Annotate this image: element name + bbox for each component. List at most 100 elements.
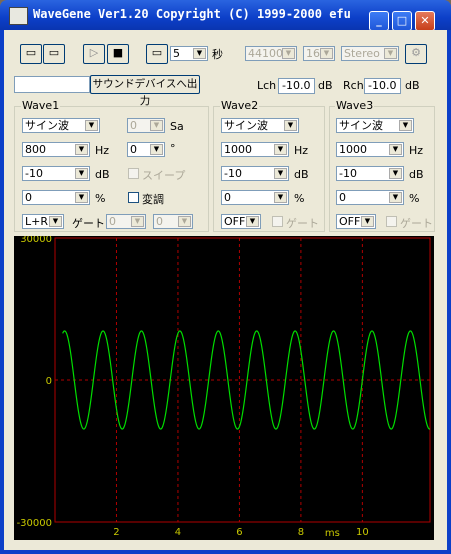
chevron-down-icon: ▼ bbox=[274, 144, 287, 155]
chevron-down-icon: ▼ bbox=[361, 216, 374, 227]
wave1-gate-a-value: 0 bbox=[109, 215, 116, 228]
wave1-label: Wave1 bbox=[21, 99, 61, 112]
stop-button[interactable]: ■ bbox=[107, 44, 129, 64]
wave1-offset-select[interactable]: 0 ▼ bbox=[22, 190, 90, 205]
wave3-frequency-value: 1000 bbox=[339, 143, 367, 156]
chevron-down-icon: ▼ bbox=[150, 144, 163, 155]
wave3-channel-select[interactable]: OFF ▼ bbox=[336, 214, 376, 229]
wave2-waveform-select[interactable]: サイン波 ▼ bbox=[221, 118, 299, 133]
chevron-down-icon: ▼ bbox=[282, 48, 295, 59]
rch-value: -10.0 bbox=[364, 78, 401, 94]
wave1-sweep-label: スイープ bbox=[142, 169, 186, 182]
wave2-channel-value: OFF bbox=[224, 215, 246, 228]
chevron-down-icon: ▼ bbox=[131, 216, 144, 227]
open-file-button[interactable]: ▭ bbox=[20, 44, 42, 64]
wave1-level-value: -10 bbox=[25, 167, 43, 180]
wave3-level-select[interactable]: -10 ▼ bbox=[336, 166, 404, 181]
wave3-channel-value: OFF bbox=[339, 215, 361, 228]
chevron-down-icon: ▼ bbox=[389, 144, 402, 155]
wave3-frequency-select[interactable]: 1000 ▼ bbox=[336, 142, 404, 157]
wave3-waveform-value: サイン波 bbox=[339, 119, 383, 132]
wave1-sweep-checkbox[interactable] bbox=[128, 168, 139, 179]
app-icon bbox=[9, 7, 28, 25]
wave1-sub-select[interactable]: 0 ▼ bbox=[127, 118, 165, 133]
wave1-gate-label: ゲート: bbox=[72, 217, 109, 230]
x-tick-label: 2 bbox=[113, 527, 119, 538]
play-button[interactable]: ▷ bbox=[83, 44, 105, 64]
wave2-offset-value: 0 bbox=[224, 191, 231, 204]
wave1-channel-value: L+R bbox=[25, 215, 48, 228]
wave1-frequency-select[interactable]: 800 ▼ bbox=[22, 142, 90, 157]
wave3-offset-select[interactable]: 0 ▼ bbox=[336, 190, 404, 205]
wave1-modulation-checkbox[interactable] bbox=[128, 192, 139, 203]
x-tick-label: 6 bbox=[236, 527, 242, 538]
bits-select[interactable]: 16 ▼ bbox=[303, 46, 335, 61]
chevron-down-icon: ▼ bbox=[246, 216, 259, 227]
y-tick-label: -30000 bbox=[17, 518, 52, 529]
duration-select[interactable]: 5 ▼ bbox=[170, 46, 208, 61]
wave1-gate-a-select[interactable]: 0 ▼ bbox=[106, 214, 146, 229]
wave3-gate-label: ゲート bbox=[400, 217, 433, 230]
wave1-waveform-value: サイン波 bbox=[25, 119, 69, 132]
wave2-label: Wave2 bbox=[220, 99, 260, 112]
wave2-offset-unit: % bbox=[294, 192, 305, 205]
status-field bbox=[14, 76, 90, 93]
wave1-level-unit: dB bbox=[95, 168, 110, 181]
wave3-label: Wave3 bbox=[335, 99, 375, 112]
save-file-button[interactable]: ▭ bbox=[43, 44, 65, 64]
chevron-down-icon: ▼ bbox=[75, 168, 88, 179]
wave2-freq-unit: Hz bbox=[294, 144, 309, 157]
lch-db-unit: dB bbox=[318, 79, 333, 92]
chevron-down-icon: ▼ bbox=[384, 48, 397, 59]
waveform-chart: 2 4 6 8 10 30000 0 -30000 ms bbox=[17, 234, 431, 539]
sample-rate-select[interactable]: 44100 ▼ bbox=[245, 46, 297, 61]
x-tick-label: 8 bbox=[298, 527, 304, 538]
wave1-offset-unit: % bbox=[95, 192, 106, 205]
wave2-offset-select[interactable]: 0 ▼ bbox=[221, 190, 289, 205]
wave2-channel-select[interactable]: OFF ▼ bbox=[221, 214, 261, 229]
wave1-channel-select[interactable]: L+R ▼ bbox=[22, 214, 64, 229]
maximize-button[interactable]: □ bbox=[392, 11, 412, 31]
chevron-down-icon: ▼ bbox=[274, 192, 287, 203]
bits-value: 16 bbox=[306, 47, 320, 60]
x-axis-label: ms bbox=[325, 528, 340, 539]
wave1-waveform-select[interactable]: サイン波 ▼ bbox=[22, 118, 100, 133]
wave2-gate-label: ゲート bbox=[286, 217, 319, 230]
chevron-down-icon: ▼ bbox=[85, 120, 98, 131]
chevron-down-icon: ▼ bbox=[75, 192, 88, 203]
wave3-offset-unit: % bbox=[409, 192, 420, 205]
chevron-down-icon: ▼ bbox=[49, 216, 62, 227]
wave1-gate-b-select[interactable]: 0 ▼ bbox=[153, 214, 193, 229]
chevron-down-icon: ▼ bbox=[320, 48, 333, 59]
wave3-level-unit: dB bbox=[409, 168, 424, 181]
chevron-down-icon: ▼ bbox=[150, 120, 163, 131]
sample-rate-value: 44100 bbox=[248, 47, 283, 60]
wave2-frequency-value: 1000 bbox=[224, 143, 252, 156]
close-button[interactable]: ✕ bbox=[415, 11, 435, 31]
wave1-frequency-value: 800 bbox=[25, 143, 46, 156]
wave1-level-select[interactable]: -10 ▼ bbox=[22, 166, 90, 181]
minimize-button[interactable]: _ bbox=[369, 11, 389, 31]
wave3-waveform-select[interactable]: サイン波 ▼ bbox=[336, 118, 414, 133]
wave1-sub-unit: Sa bbox=[170, 120, 184, 133]
wave1-phase-unit: ° bbox=[170, 142, 176, 155]
chevron-down-icon: ▼ bbox=[178, 216, 191, 227]
wave2-frequency-select[interactable]: 1000 ▼ bbox=[221, 142, 289, 157]
wave2-gate-checkbox[interactable] bbox=[272, 216, 283, 227]
y-tick-label: 0 bbox=[46, 376, 52, 387]
x-tick-label: 4 bbox=[175, 527, 181, 538]
settings-icon[interactable]: ⚙ bbox=[405, 44, 427, 64]
output-to-device-button[interactable]: サウンドデバイスへ出力 bbox=[90, 75, 200, 107]
wave2-level-unit: dB bbox=[294, 168, 309, 181]
export-button[interactable]: ▭ bbox=[146, 44, 168, 64]
chevron-down-icon: ▼ bbox=[284, 120, 297, 131]
wave1-sub-value: 0 bbox=[130, 119, 137, 132]
chevron-down-icon: ▼ bbox=[389, 168, 402, 179]
y-tick-label: 30000 bbox=[20, 236, 52, 245]
wave3-gate-checkbox[interactable] bbox=[386, 216, 397, 227]
chevron-down-icon: ▼ bbox=[75, 144, 88, 155]
wave2-level-select[interactable]: -10 ▼ bbox=[221, 166, 289, 181]
channels-select[interactable]: Stereo ▼ bbox=[341, 46, 399, 61]
wave1-phase-select[interactable]: 0 ▼ bbox=[127, 142, 165, 157]
wave3-level-value: -10 bbox=[339, 167, 357, 180]
